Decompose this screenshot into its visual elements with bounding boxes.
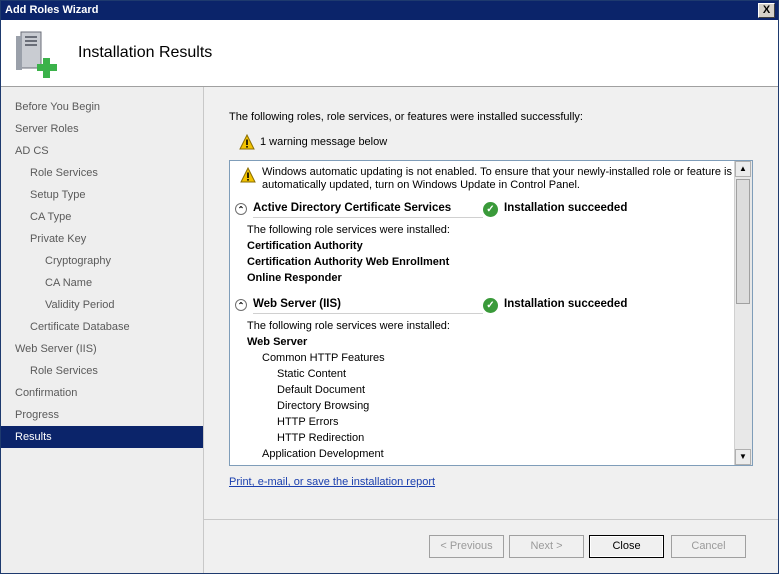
wizard-steps-sidebar: Before You Begin Server Roles AD CS Role… — [1, 87, 204, 573]
list-item: Certification Authority — [247, 240, 363, 252]
sidebar-item-ca-type[interactable]: CA Type — [1, 206, 203, 228]
collapse-icon[interactable]: ⌃ — [235, 203, 247, 215]
sidebar-item-results[interactable]: Results — [1, 426, 203, 448]
sidebar-item-web-role-services[interactable]: Role Services — [1, 360, 203, 382]
page-title: Installation Results — [78, 44, 213, 61]
warning-icon — [239, 134, 255, 150]
list-item: HTTP Errors — [277, 416, 339, 428]
results-content: The following roles, role services, or f… — [204, 87, 778, 519]
results-panel[interactable]: Windows automatic updating is not enable… — [229, 160, 753, 466]
window-title: Add Roles Wizard — [5, 4, 99, 16]
list-item: Static Content — [277, 368, 347, 380]
results-scrollbar[interactable]: ▲ ▼ — [734, 161, 752, 465]
list-item: Web Server — [247, 336, 308, 348]
list-item: Directory Browsing — [277, 400, 370, 412]
wizard-footer: < Previous Next > Close Cancel — [204, 519, 778, 573]
section-ad-cs-status: Installation succeeded — [504, 202, 628, 214]
sidebar-item-web-server[interactable]: Web Server (IIS) — [1, 338, 203, 360]
title-bar[interactable]: Add Roles Wizard X — [1, 1, 778, 20]
sidebar-item-ca-name[interactable]: CA Name — [1, 272, 203, 294]
wizard-header: Installation Results — [1, 20, 778, 87]
sidebar-item-before-you-begin[interactable]: Before You Begin — [1, 96, 203, 118]
next-button[interactable]: Next > — [509, 535, 584, 558]
list-item: HTTP Redirection — [277, 432, 365, 444]
sidebar-item-cryptography[interactable]: Cryptography — [1, 250, 203, 272]
scroll-up-icon[interactable]: ▲ — [735, 161, 751, 177]
warning-message-line-1: Windows automatic updating is not enable… — [262, 166, 733, 178]
collapse-icon[interactable]: ⌃ — [235, 299, 247, 311]
close-button[interactable]: Close — [589, 535, 664, 558]
wizard-window: Add Roles Wizard X Installation Results … — [0, 0, 779, 574]
section-iis-name: Web Server (IIS) — [253, 298, 341, 310]
scroll-down-icon[interactable]: ▼ — [735, 449, 751, 465]
sidebar-item-confirmation[interactable]: Confirmation — [1, 382, 203, 404]
sidebar-item-certificate-database[interactable]: Certificate Database — [1, 316, 203, 338]
section-divider — [253, 217, 483, 218]
previous-button[interactable]: < Previous — [429, 535, 504, 558]
warning-summary-label: 1 warning message below — [260, 136, 388, 148]
warning-message-line-2: automatically updated, turn on Windows U… — [262, 179, 580, 191]
scroll-thumb[interactable] — [736, 179, 750, 304]
installation-report-link[interactable]: Print, e-mail, or save the installation … — [229, 476, 435, 488]
list-item: Application Development — [262, 448, 384, 460]
sidebar-item-server-roles[interactable]: Server Roles — [1, 118, 203, 140]
section-iis-intro: The following role services were install… — [247, 320, 450, 332]
cancel-button[interactable]: Cancel — [671, 535, 746, 558]
section-divider — [253, 313, 483, 314]
warning-icon — [240, 167, 256, 183]
list-item: Online Responder — [247, 272, 342, 284]
close-window-button[interactable]: X — [758, 3, 775, 18]
section-ad-cs-name: Active Directory Certificate Services — [253, 202, 452, 214]
sidebar-item-setup-type[interactable]: Setup Type — [1, 184, 203, 206]
section-ad-cs-intro: The following role services were install… — [247, 224, 450, 236]
success-check-icon: ✓ — [483, 202, 498, 217]
section-iis-status: Installation succeeded — [504, 298, 628, 310]
sidebar-item-ad-cs[interactable]: AD CS — [1, 140, 203, 162]
list-item: Default Document — [277, 384, 366, 396]
sidebar-item-role-services[interactable]: Role Services — [1, 162, 203, 184]
results-panel-content: Windows automatic updating is not enable… — [230, 161, 735, 465]
results-intro: The following roles, role services, or f… — [229, 111, 583, 123]
sidebar-item-private-key[interactable]: Private Key — [1, 228, 203, 250]
sidebar-item-validity-period[interactable]: Validity Period — [1, 294, 203, 316]
sidebar-item-progress[interactable]: Progress — [1, 404, 203, 426]
list-item: Common HTTP Features — [262, 352, 385, 364]
list-item: Certification Authority Web Enrollment — [247, 256, 450, 268]
server-add-icon — [16, 31, 57, 78]
success-check-icon: ✓ — [483, 298, 498, 313]
